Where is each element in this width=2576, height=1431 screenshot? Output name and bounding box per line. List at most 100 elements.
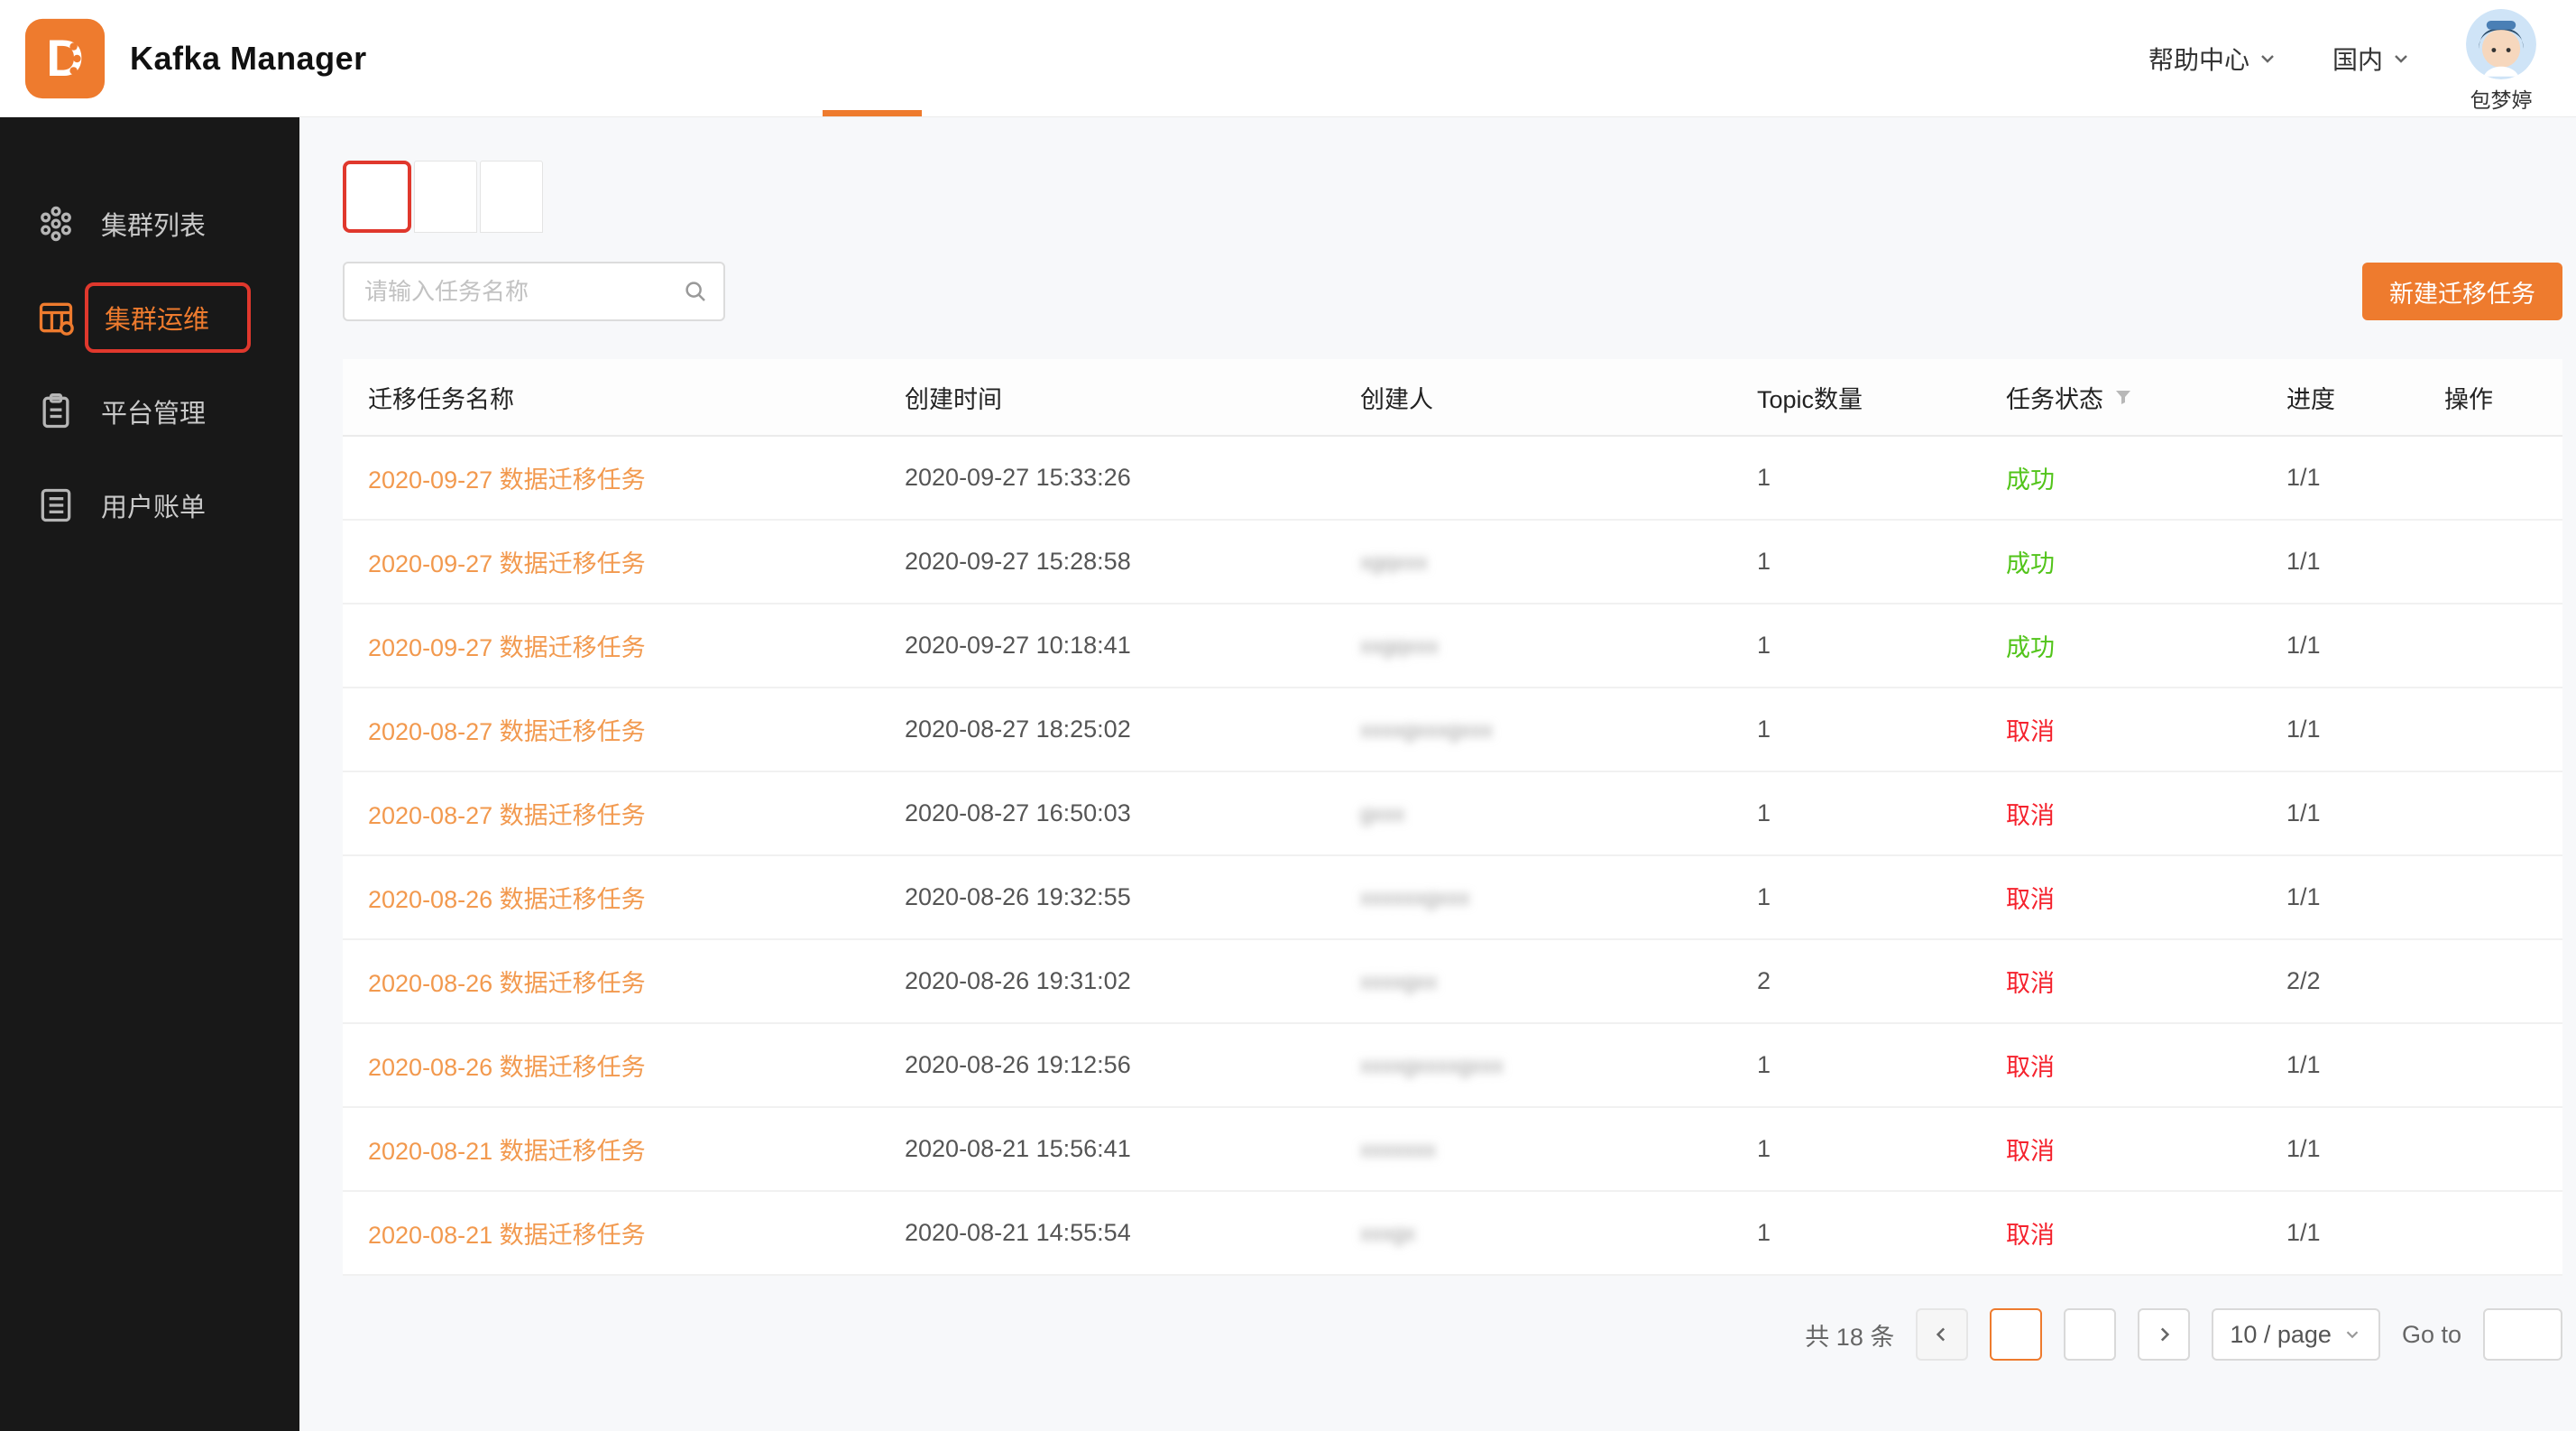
sidebar-item[interactable]: 集群运维 <box>0 271 299 365</box>
status-badge: 取消 <box>2006 1222 2055 1249</box>
created-time-cell: 2020-09-27 15:33:26 <box>905 464 1360 492</box>
task-name-link[interactable]: 2020-08-27 数据迁移任务 <box>368 802 646 829</box>
pagination: 共 18 条 10 / page Go to <box>343 1308 2562 1397</box>
created-time-cell: 2020-08-27 16:50:03 <box>905 799 1360 827</box>
table-row: 2020-08-27 数据迁移任务 2020-08-27 16:50:03 gx… <box>343 772 2562 856</box>
progress-cell: 1/1 <box>2286 883 2444 911</box>
task-table: 迁移任务名称 创建时间 创建人 Topic数量 任务状态 进度 操作 2020-… <box>343 359 2562 1276</box>
page-number-list <box>1990 1308 2116 1361</box>
search-icon <box>682 278 709 305</box>
sidebar-item[interactable]: 平台管理 <box>0 365 299 458</box>
page-number-button[interactable] <box>1990 1308 2042 1361</box>
app-title: Kafka Manager <box>130 40 367 78</box>
column-header: 创建时间 <box>905 380 1360 415</box>
table-row: 2020-08-26 数据迁移任务 2020-08-26 19:31:02 xx… <box>343 940 2562 1024</box>
topic-count-cell: 1 <box>1757 632 2006 660</box>
topic-count-cell: 1 <box>1757 799 2006 827</box>
progress-cell: 1/1 <box>2286 799 2444 827</box>
tab[interactable] <box>480 161 543 233</box>
search-input[interactable] <box>343 262 725 321</box>
filter-funnel-icon[interactable] <box>2112 386 2134 408</box>
created-time-cell: 2020-08-26 19:32:55 <box>905 883 1360 911</box>
status-badge: 取消 <box>2006 802 2055 829</box>
task-name-link[interactable]: 2020-08-26 数据迁移任务 <box>368 886 646 913</box>
tab[interactable] <box>343 161 411 233</box>
creator-cell-redacted: xxxgx <box>1360 1222 1415 1246</box>
topic-count-cell: 1 <box>1757 883 2006 911</box>
help-center-label: 帮助中心 <box>2148 41 2249 77</box>
app-logo-icon: D <box>23 17 106 100</box>
created-time-cell: 2020-09-27 15:28:58 <box>905 548 1360 576</box>
creator-cell-redacted: xxxxgxxxgxxx <box>1360 718 1493 743</box>
created-time-cell: 2020-08-21 15:56:41 <box>905 1135 1360 1163</box>
table-row: 2020-08-26 数据迁移任务 2020-08-26 19:12:56 xx… <box>343 1024 2562 1108</box>
sidebar-item-label: 用户账单 <box>101 486 206 524</box>
created-time-cell: 2020-08-21 14:55:54 <box>905 1219 1360 1247</box>
chevron-down-icon <box>2390 48 2412 69</box>
header-right: 帮助中心 国内 包梦婷 <box>2148 4 2576 114</box>
task-name-link[interactable]: 2020-09-27 数据迁移任务 <box>368 634 646 661</box>
sidebar-item-label: 集群列表 <box>101 205 206 243</box>
task-name-link[interactable]: 2020-08-26 数据迁移任务 <box>368 1054 646 1081</box>
column-header: 进度 <box>2286 380 2444 415</box>
table-row: 2020-08-27 数据迁移任务 2020-08-27 18:25:02 xx… <box>343 688 2562 772</box>
main-content: 新建迁移任务 迁移任务名称 创建时间 创建人 Topic数量 任务状态 进度 操… <box>299 117 2576 1397</box>
status-badge: 取消 <box>2006 1054 2055 1081</box>
creator-cell-redacted: xgqxxx <box>1360 550 1428 575</box>
region-label: 国内 <box>2332 41 2383 77</box>
status-badge: 取消 <box>2006 970 2055 997</box>
toolbar: 新建迁移任务 <box>343 262 2562 321</box>
create-migration-task-button[interactable]: 新建迁移任务 <box>2362 263 2562 320</box>
topic-count-cell: 1 <box>1757 716 2006 743</box>
table-row: 2020-09-27 数据迁移任务 2020-09-27 15:33:26 1 … <box>343 437 2562 521</box>
topic-count-cell: 1 <box>1757 1051 2006 1079</box>
sidebar-item[interactable]: 用户账单 <box>0 458 299 552</box>
tab[interactable] <box>414 161 477 233</box>
topic-count-cell: 1 <box>1757 548 2006 576</box>
task-name-link[interactable]: 2020-09-27 数据迁移任务 <box>368 550 646 577</box>
prev-page-button[interactable] <box>1916 1308 1968 1361</box>
created-time-cell: 2020-08-27 18:25:02 <box>905 716 1360 743</box>
status-badge: 成功 <box>2006 634 2055 661</box>
chevron-down-icon <box>2342 1325 2362 1344</box>
created-time-cell: 2020-08-26 19:12:56 <box>905 1051 1360 1079</box>
task-name-link[interactable]: 2020-08-21 数据迁移任务 <box>368 1138 646 1165</box>
column-header: Topic数量 <box>1757 380 2006 415</box>
topic-count-cell: 1 <box>1757 464 2006 492</box>
creator-cell-redacted: xxgqxxx <box>1360 634 1439 659</box>
creator-cell-redacted: xxxxxxx <box>1360 1138 1436 1162</box>
next-page-button[interactable] <box>2138 1308 2190 1361</box>
task-name-link[interactable]: 2020-08-27 数据迁移任务 <box>368 718 646 745</box>
user-bill-icon <box>36 485 76 525</box>
cluster-ops-icon <box>36 298 76 337</box>
task-name-link[interactable]: 2020-08-26 数据迁移任务 <box>368 970 646 997</box>
goto-page-input[interactable] <box>2483 1308 2562 1361</box>
user-name: 包梦婷 <box>2470 83 2533 114</box>
status-badge: 成功 <box>2006 550 2055 577</box>
creator-cell-redacted: xxxxxxgxxx <box>1360 886 1469 910</box>
page-number-button[interactable] <box>2064 1308 2116 1361</box>
chevron-down-icon <box>2257 48 2278 69</box>
progress-cell: 1/1 <box>2286 464 2444 492</box>
creator-cell-redacted: gxxx <box>1360 802 1404 826</box>
column-header: 迁移任务名称 <box>368 380 905 415</box>
help-center-menu[interactable]: 帮助中心 <box>2148 41 2278 77</box>
goto-label: Go to <box>2402 1321 2461 1349</box>
page-size-select[interactable]: 10 / page <box>2212 1308 2380 1361</box>
sidebar-item[interactable]: 集群列表 <box>0 177 299 271</box>
sidebar-item-label: 集群运维 <box>85 282 251 353</box>
user-profile[interactable]: 包梦婷 <box>2466 9 2536 114</box>
region-selector[interactable]: 国内 <box>2332 41 2412 77</box>
sidebar: 集群列表 集群运维 平台管理 用户账单 <box>0 117 299 1431</box>
sidebar-menu: 集群列表 集群运维 平台管理 用户账单 <box>0 177 299 552</box>
creator-cell-redacted: xxxxgxxxxgxxx <box>1360 1054 1504 1078</box>
progress-cell: 2/2 <box>2286 967 2444 995</box>
avatar <box>2466 9 2536 79</box>
table-row: 2020-08-26 数据迁移任务 2020-08-26 19:32:55 xx… <box>343 856 2562 940</box>
topic-count-cell: 2 <box>1757 967 2006 995</box>
status-badge: 取消 <box>2006 1138 2055 1165</box>
table-row: 2020-09-27 数据迁移任务 2020-09-27 10:18:41 xx… <box>343 605 2562 688</box>
task-name-link[interactable]: 2020-09-27 数据迁移任务 <box>368 466 646 494</box>
table-header-row: 迁移任务名称 创建时间 创建人 Topic数量 任务状态 进度 操作 <box>343 359 2562 437</box>
task-name-link[interactable]: 2020-08-21 数据迁移任务 <box>368 1222 646 1249</box>
